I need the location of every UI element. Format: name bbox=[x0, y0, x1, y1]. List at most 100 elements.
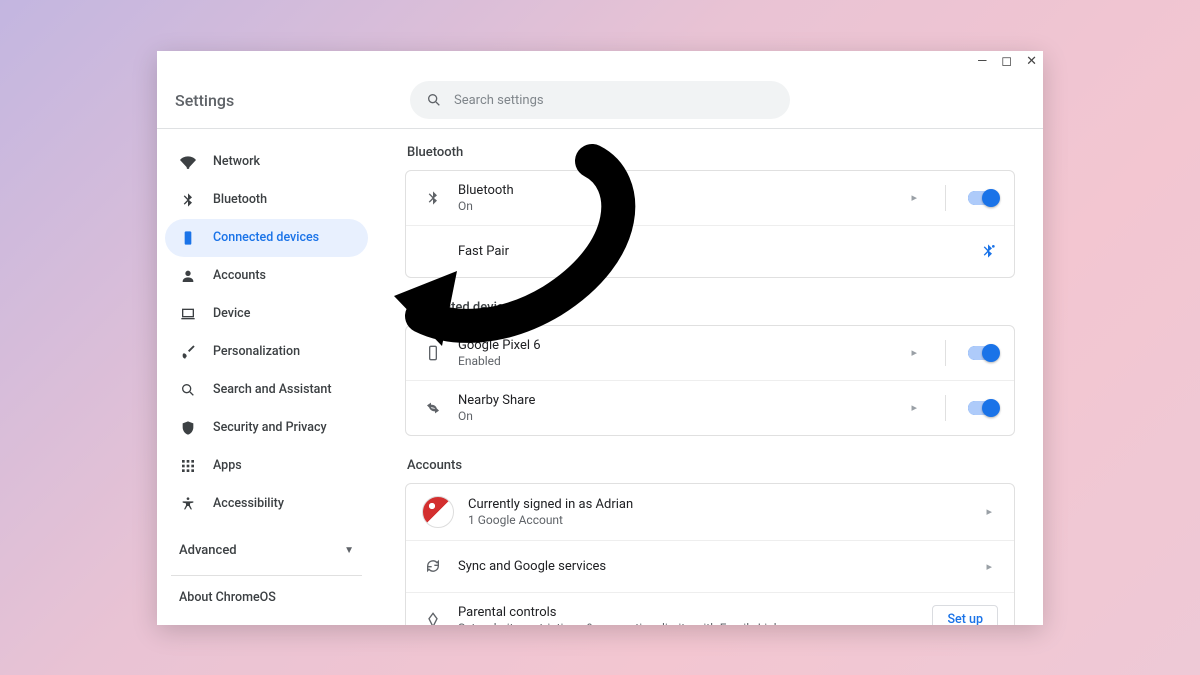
setup-button[interactable]: Set up bbox=[932, 605, 998, 625]
section-title-accounts: Accounts bbox=[407, 458, 1015, 473]
fast-pair-row[interactable]: Fast Pair bbox=[406, 225, 1014, 277]
phone-icon bbox=[179, 230, 197, 246]
sidebar-item-search-assistant[interactable]: Search and Assistant bbox=[165, 371, 368, 409]
sidebar-item-personalization[interactable]: Personalization bbox=[165, 333, 368, 371]
row-subtitle: Set website restrictions & screen time l… bbox=[458, 621, 918, 625]
page-title: Settings bbox=[175, 91, 234, 110]
row-texts: Parental controls Set website restrictio… bbox=[458, 605, 918, 625]
laptop-icon bbox=[179, 306, 197, 322]
row-title: Bluetooth bbox=[458, 183, 891, 198]
row-texts: Fast Pair bbox=[458, 244, 964, 259]
sidebar-item-accounts[interactable]: Accounts bbox=[165, 257, 368, 295]
row-subtitle: On bbox=[458, 409, 891, 423]
sidebar-item-apps[interactable]: Apps bbox=[165, 447, 368, 485]
sidebar-item-label: Bluetooth bbox=[213, 192, 267, 207]
divider bbox=[945, 185, 946, 211]
sidebar-item-connected-devices[interactable]: Connected devices bbox=[165, 219, 368, 257]
advanced-toggle[interactable]: Advanced ▼ bbox=[157, 531, 376, 571]
row-title: Parental controls bbox=[458, 605, 918, 620]
section-title-connected: Connected devices bbox=[407, 300, 1015, 315]
sidebar-item-label: Personalization bbox=[213, 344, 300, 359]
bluetooth-row[interactable]: Bluetooth On ▸ bbox=[406, 171, 1014, 225]
nav-list: Network Bluetooth Connected devices Acco… bbox=[157, 139, 376, 523]
divider bbox=[171, 575, 362, 576]
shield-icon bbox=[179, 420, 197, 436]
row-title: Sync and Google services bbox=[458, 559, 966, 574]
row-subtitle: Enabled bbox=[458, 354, 891, 368]
divider bbox=[945, 340, 946, 366]
close-button[interactable]: ✕ bbox=[1026, 55, 1037, 68]
sidebar-item-label: Apps bbox=[213, 458, 242, 473]
sidebar-item-label: Connected devices bbox=[213, 230, 319, 245]
search-icon bbox=[426, 92, 442, 108]
row-title: Currently signed in as Adrian bbox=[468, 497, 966, 512]
bluetooth-icon bbox=[422, 190, 444, 206]
window-titlebar: — ◻ ✕ bbox=[157, 51, 1043, 73]
chevron-right-icon[interactable]: ▸ bbox=[980, 505, 998, 518]
row-title: Google Pixel 6 bbox=[458, 338, 891, 353]
sidebar-item-security-privacy[interactable]: Security and Privacy bbox=[165, 409, 368, 447]
search-field[interactable] bbox=[410, 81, 790, 119]
sidebar-item-bluetooth[interactable]: Bluetooth bbox=[165, 181, 368, 219]
row-texts: Sync and Google services bbox=[458, 559, 966, 574]
chevron-right-icon[interactable]: ▸ bbox=[905, 401, 923, 414]
sync-row[interactable]: Sync and Google services ▸ bbox=[406, 540, 1014, 592]
minimize-button[interactable]: — bbox=[977, 55, 987, 68]
section-title-bluetooth: Bluetooth bbox=[407, 145, 1015, 160]
main-content: Bluetooth Bluetooth On ▸ Fast Pair bbox=[377, 129, 1043, 625]
sidebar-item-device[interactable]: Device bbox=[165, 295, 368, 333]
bluetooth-toggle[interactable] bbox=[968, 191, 998, 205]
wifi-icon bbox=[179, 154, 197, 170]
search-input[interactable] bbox=[454, 93, 774, 108]
connected-devices-card: Google Pixel 6 Enabled ▸ Nearby Share On… bbox=[405, 325, 1015, 436]
chevron-right-icon[interactable]: ▸ bbox=[905, 191, 923, 204]
sidebar-item-label: Accessibility bbox=[213, 496, 284, 511]
body: Network Bluetooth Connected devices Acco… bbox=[157, 129, 1043, 625]
settings-window: — ◻ ✕ Settings Network Bluetooth bbox=[157, 51, 1043, 625]
maximize-button[interactable]: ◻ bbox=[1001, 55, 1012, 68]
person-icon bbox=[179, 268, 197, 284]
about-chromeos[interactable]: About ChromeOS bbox=[157, 580, 376, 615]
row-texts: Currently signed in as Adrian 1 Google A… bbox=[468, 497, 966, 527]
row-title: Nearby Share bbox=[458, 393, 891, 408]
kite-icon bbox=[422, 612, 444, 625]
sidebar-item-accessibility[interactable]: Accessibility bbox=[165, 485, 368, 523]
parental-controls-row[interactable]: Parental controls Set website restrictio… bbox=[406, 592, 1014, 625]
pixel-toggle[interactable] bbox=[968, 346, 998, 360]
nearby-share-icon bbox=[422, 400, 444, 416]
sync-icon bbox=[422, 558, 444, 574]
row-texts: Bluetooth On bbox=[458, 183, 891, 213]
top-bar: Settings bbox=[157, 73, 1043, 129]
nearby-share-row[interactable]: Nearby Share On ▸ bbox=[406, 380, 1014, 435]
phone-icon bbox=[422, 345, 444, 361]
search-icon bbox=[179, 382, 197, 398]
chevron-right-icon[interactable]: ▸ bbox=[905, 346, 923, 359]
advanced-label: Advanced bbox=[179, 543, 237, 558]
row-subtitle: 1 Google Account bbox=[468, 513, 966, 527]
sidebar-item-label: Search and Assistant bbox=[213, 382, 332, 397]
row-texts: Google Pixel 6 Enabled bbox=[458, 338, 891, 368]
sidebar-item-network[interactable]: Network bbox=[165, 143, 368, 181]
current-account-row[interactable]: Currently signed in as Adrian 1 Google A… bbox=[406, 484, 1014, 540]
fast-pair-icon bbox=[978, 241, 998, 261]
row-subtitle: On bbox=[458, 199, 891, 213]
row-title: Fast Pair bbox=[458, 244, 964, 259]
nearby-share-toggle[interactable] bbox=[968, 401, 998, 415]
accessibility-icon bbox=[179, 496, 197, 512]
sidebar: Network Bluetooth Connected devices Acco… bbox=[157, 129, 377, 625]
apps-icon bbox=[179, 458, 197, 474]
avatar bbox=[422, 496, 454, 528]
divider bbox=[945, 395, 946, 421]
brush-icon bbox=[179, 344, 197, 360]
bluetooth-card: Bluetooth On ▸ Fast Pair bbox=[405, 170, 1015, 278]
accounts-card: Currently signed in as Adrian 1 Google A… bbox=[405, 483, 1015, 625]
sidebar-item-label: Network bbox=[213, 154, 260, 169]
chevron-right-icon[interactable]: ▸ bbox=[980, 560, 998, 573]
sidebar-item-label: Device bbox=[213, 306, 250, 321]
pixel-row[interactable]: Google Pixel 6 Enabled ▸ bbox=[406, 326, 1014, 380]
bluetooth-icon bbox=[179, 192, 197, 208]
sidebar-item-label: Security and Privacy bbox=[213, 420, 327, 435]
row-texts: Nearby Share On bbox=[458, 393, 891, 423]
sidebar-item-label: Accounts bbox=[213, 268, 266, 283]
chevron-down-icon: ▼ bbox=[344, 545, 354, 556]
